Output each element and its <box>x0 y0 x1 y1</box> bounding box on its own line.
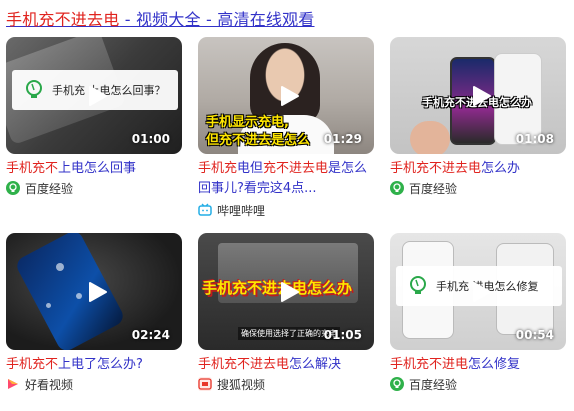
overlay-line2: 但充不进去是怎么 <box>206 133 311 148</box>
video-card[interactable]: 手机充 上电怎么回事？ 01:00 手机充不上电怎么回事 百度经验 <box>6 37 182 215</box>
video-thumbnail[interactable]: 手机充不进去电怎么办 确保使用选择了正确的充电 01:05 <box>198 233 374 350</box>
video-card[interactable]: 手机充不进去电怎么办 01:08 手机充不进去电怎么办 百度经验 <box>390 37 566 215</box>
play-icon[interactable] <box>470 85 492 107</box>
video-card[interactable]: 手机充 进电怎么修复 00:54 手机充不进电怎么修复 百度经验 <box>390 233 566 411</box>
video-thumbnail[interactable]: 02:24 <box>6 233 182 350</box>
source-name: 百度经验 <box>409 181 458 196</box>
video-card[interactable]: 手机显示充电, 但充不进去是怎么 01:29 手机充电但充不进去电是怎么回事儿?… <box>198 37 374 218</box>
video-source: 好看视频 <box>6 375 73 393</box>
overlay-line1: 手机显示充电, <box>206 115 289 130</box>
video-thumbnail[interactable]: 手机充不进去电怎么办 01:08 <box>390 37 566 154</box>
page-title[interactable]: 手机充不进去电 - 视频大全 - 高清在线观看 <box>6 6 315 30</box>
source-name: 搜狐视频 <box>217 377 266 392</box>
video-thumbnail[interactable]: 手机充 上电怎么回事？ 01:00 <box>6 37 182 154</box>
video-title[interactable]: 手机充不上电怎么回事 <box>6 159 182 179</box>
play-icon[interactable] <box>278 281 300 303</box>
overlay-text: 手机充 上电怎么回事？ <box>52 84 166 97</box>
video-duration: 01:00 <box>131 132 170 146</box>
baidu-jingyan-icon <box>390 377 404 391</box>
video-card[interactable]: 手机充不进去电怎么办 确保使用选择了正确的充电 01:05 手机充不进去电怎么解… <box>198 233 374 411</box>
overlay-text: 手机充不进去电怎么办 <box>202 279 353 297</box>
sohu-icon <box>198 377 212 391</box>
video-thumbnail[interactable]: 手机充 进电怎么修复 00:54 <box>390 233 566 350</box>
lightbulb-icon <box>26 80 42 98</box>
video-title[interactable]: 手机充不进去电怎么解决 <box>198 355 374 375</box>
lightbulb-icon <box>410 276 426 294</box>
source-name: 百度经验 <box>25 181 74 196</box>
video-source: 哔哩哔哩 <box>198 201 265 219</box>
video-duration: 00:54 <box>515 328 554 342</box>
play-icon[interactable] <box>86 281 108 303</box>
haokan-icon <box>6 377 20 391</box>
video-source: 百度经验 <box>390 179 457 197</box>
play-icon[interactable] <box>470 281 492 303</box>
video-thumbnail[interactable]: 手机显示充电, 但充不进去是怎么 01:29 <box>198 37 374 154</box>
video-title[interactable]: 手机充电但充不进去电是怎么回事儿?看完这4点... <box>198 159 374 199</box>
title-keyword[interactable]: 手机充不进去电 <box>6 10 119 29</box>
video-source: 百度经验 <box>6 179 73 197</box>
title-suffix[interactable]: - 视频大全 - 高清在线观看 <box>119 10 315 29</box>
source-name: 好看视频 <box>25 377 74 392</box>
video-duration: 01:29 <box>323 132 362 146</box>
video-source: 百度经验 <box>390 375 457 393</box>
baidu-jingyan-icon <box>390 181 404 195</box>
video-source: 搜狐视频 <box>198 375 265 393</box>
play-icon[interactable] <box>278 85 300 107</box>
video-duration: 01:08 <box>515 132 554 146</box>
video-title[interactable]: 手机充不进去电怎么办 <box>390 159 566 179</box>
source-name: 哔哩哔哩 <box>217 203 266 218</box>
source-name: 百度经验 <box>409 377 458 392</box>
play-icon[interactable] <box>86 85 108 107</box>
video-card[interactable]: 02:24 手机充不上电了怎么办? 好看视频 <box>6 233 182 411</box>
baidu-jingyan-icon <box>6 181 20 195</box>
bilibili-icon <box>198 203 212 217</box>
video-duration: 02:24 <box>131 328 170 342</box>
video-title[interactable]: 手机充不进电怎么修复 <box>390 355 566 375</box>
video-title[interactable]: 手机充不上电了怎么办? <box>6 355 182 375</box>
video-duration: 01:05 <box>323 328 362 342</box>
